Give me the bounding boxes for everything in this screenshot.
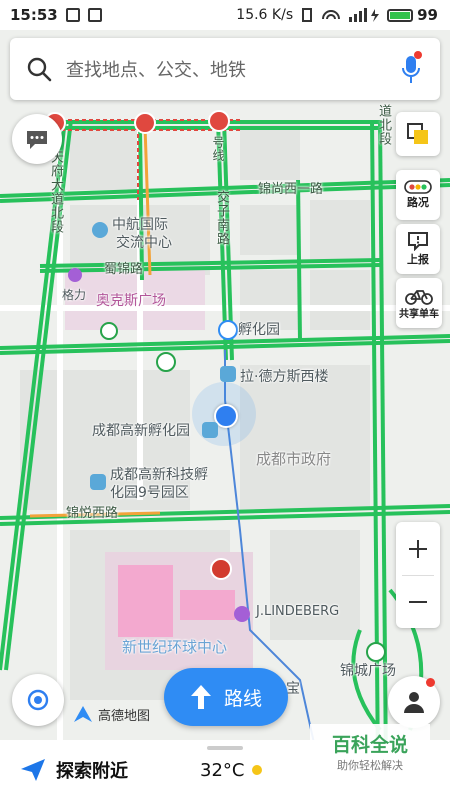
poi-label[interactable]: 中航国际 bbox=[112, 214, 168, 234]
poi-label[interactable]: 新世纪环球中心 bbox=[122, 636, 227, 657]
poi-label[interactable]: 成都市政府 bbox=[256, 448, 331, 469]
poi-label[interactable]: 拉·德方斯西楼 bbox=[240, 366, 328, 386]
search-input[interactable]: 查找地点、公交、地铁 bbox=[66, 56, 246, 82]
road-label-jinyue: 锦悦西路 bbox=[66, 506, 119, 521]
layers-icon bbox=[407, 123, 428, 144]
search-bar[interactable]: 查找地点、公交、地铁 bbox=[10, 38, 440, 100]
restaurant-icon[interactable] bbox=[210, 558, 232, 580]
watermark-subtitle: 助你轻松解决 bbox=[337, 759, 403, 772]
net-speed: 15.6 K/s bbox=[236, 7, 294, 23]
office-icon[interactable] bbox=[92, 222, 108, 238]
poi-label[interactable]: 成都高新科技孵 bbox=[110, 464, 208, 484]
zoom-in-button[interactable] bbox=[396, 522, 440, 575]
landmark-icon[interactable] bbox=[218, 320, 238, 340]
road-label-tianfu: 天府大道北段 bbox=[48, 150, 63, 234]
poi-label[interactable]: 孵化园 bbox=[238, 319, 280, 339]
traffic-label: 路况 bbox=[407, 196, 429, 209]
amap-logo: 高德地图 bbox=[72, 704, 150, 724]
battery-icon bbox=[387, 8, 414, 22]
office-icon[interactable] bbox=[220, 366, 236, 382]
report-label: 上报 bbox=[407, 253, 429, 266]
zoom-control bbox=[396, 522, 440, 628]
road-label-jiaozi: 交子南路 bbox=[214, 190, 229, 246]
drag-handle[interactable] bbox=[207, 746, 243, 750]
layers-button[interactable] bbox=[396, 112, 440, 156]
poi-label[interactable]: 化园9号园区 bbox=[110, 482, 189, 502]
park-icon[interactable] bbox=[366, 642, 386, 662]
no-entry-icon bbox=[208, 110, 230, 132]
minus-icon bbox=[409, 601, 427, 603]
bike-share-button[interactable]: 共享单车 bbox=[396, 278, 442, 328]
message-icon bbox=[87, 8, 102, 22]
explore-nearby-label: 探索附近 bbox=[56, 761, 128, 782]
route-button[interactable]: 路线 bbox=[164, 668, 288, 726]
road-label-line: 号线 bbox=[211, 136, 225, 162]
locate-icon bbox=[27, 689, 49, 711]
notification-icon bbox=[65, 8, 80, 22]
navigation-arrow-icon bbox=[21, 759, 45, 781]
poi-label[interactable]: 锦城广场 bbox=[340, 660, 396, 680]
no-entry-icon bbox=[134, 112, 156, 134]
road-label-jinshang: 锦尚西一路 bbox=[258, 182, 324, 197]
watermark-title: 百科全说 bbox=[331, 734, 408, 756]
locate-me-button[interactable] bbox=[12, 674, 64, 726]
microphone-icon bbox=[402, 56, 420, 83]
bike-share-label: 共享单车 bbox=[399, 308, 439, 320]
notification-dot bbox=[426, 678, 435, 687]
search-icon bbox=[27, 57, 52, 82]
chat-bubble-icon bbox=[27, 131, 47, 149]
voice-search-button[interactable] bbox=[402, 51, 422, 83]
poi-label[interactable]: 交流中心 bbox=[116, 232, 172, 252]
shop-icon[interactable] bbox=[68, 268, 82, 282]
metro-icon[interactable] bbox=[156, 352, 176, 372]
office-icon[interactable] bbox=[202, 422, 218, 438]
user-icon bbox=[404, 692, 424, 713]
map-view[interactable]: 锦尚西一路 蜀锦路 锦悦西路 交子南路 号线 天府大道北段 道北段 中航国际 交… bbox=[0, 30, 450, 770]
explore-nearby-button[interactable]: 探索附近 bbox=[20, 757, 128, 783]
traffic-button[interactable]: 路况 bbox=[396, 170, 440, 220]
status-bar: 15:53 15.6 K/s 99 bbox=[0, 0, 450, 30]
battery-level: 99 bbox=[417, 6, 438, 24]
poi-label[interactable]: 奥克斯广场 bbox=[96, 290, 166, 310]
poi-label[interactable]: 宝 bbox=[286, 678, 300, 698]
zoom-out-button[interactable] bbox=[396, 576, 440, 628]
office-icon[interactable] bbox=[90, 474, 106, 490]
signal-icons bbox=[301, 7, 381, 23]
poi-label[interactable]: 格力 bbox=[62, 286, 86, 303]
bicycle-icon bbox=[405, 289, 433, 305]
temperature: 32°C bbox=[200, 759, 245, 781]
status-time: 15:53 bbox=[10, 6, 58, 24]
plus-icon bbox=[409, 539, 427, 558]
message-button[interactable] bbox=[12, 114, 62, 164]
notification-dot bbox=[414, 51, 422, 59]
road-label-shujin: 蜀锦路 bbox=[104, 262, 144, 277]
shop-icon[interactable] bbox=[234, 606, 250, 622]
wifi-signal-icon bbox=[302, 8, 380, 22]
report-icon bbox=[408, 232, 428, 251]
poi-label[interactable]: 成都高新孵化园 bbox=[92, 420, 190, 440]
amap-logo-icon bbox=[74, 706, 92, 722]
watermark: 百科全说 助你轻松解决 bbox=[310, 724, 430, 774]
route-label: 路线 bbox=[223, 687, 262, 710]
weather[interactable]: 32°C bbox=[200, 760, 266, 781]
road-label-daoben: 道北段 bbox=[376, 104, 391, 146]
amap-logo-text: 高德地图 bbox=[98, 708, 151, 724]
report-button[interactable]: 上报 bbox=[396, 224, 440, 274]
traffic-light-icon bbox=[404, 180, 432, 194]
poi-label[interactable]: J.LINDEBERG bbox=[256, 604, 339, 619]
store-icon[interactable] bbox=[100, 322, 118, 340]
arrow-up-icon bbox=[190, 685, 211, 709]
sun-icon bbox=[252, 765, 263, 775]
profile-button[interactable] bbox=[388, 676, 440, 728]
